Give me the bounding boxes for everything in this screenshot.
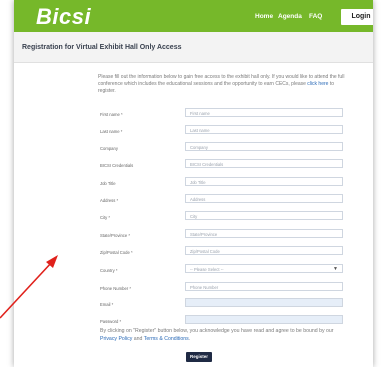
annotation-arrow-icon [0, 255, 58, 319]
arrow-shaft [0, 261, 53, 319]
